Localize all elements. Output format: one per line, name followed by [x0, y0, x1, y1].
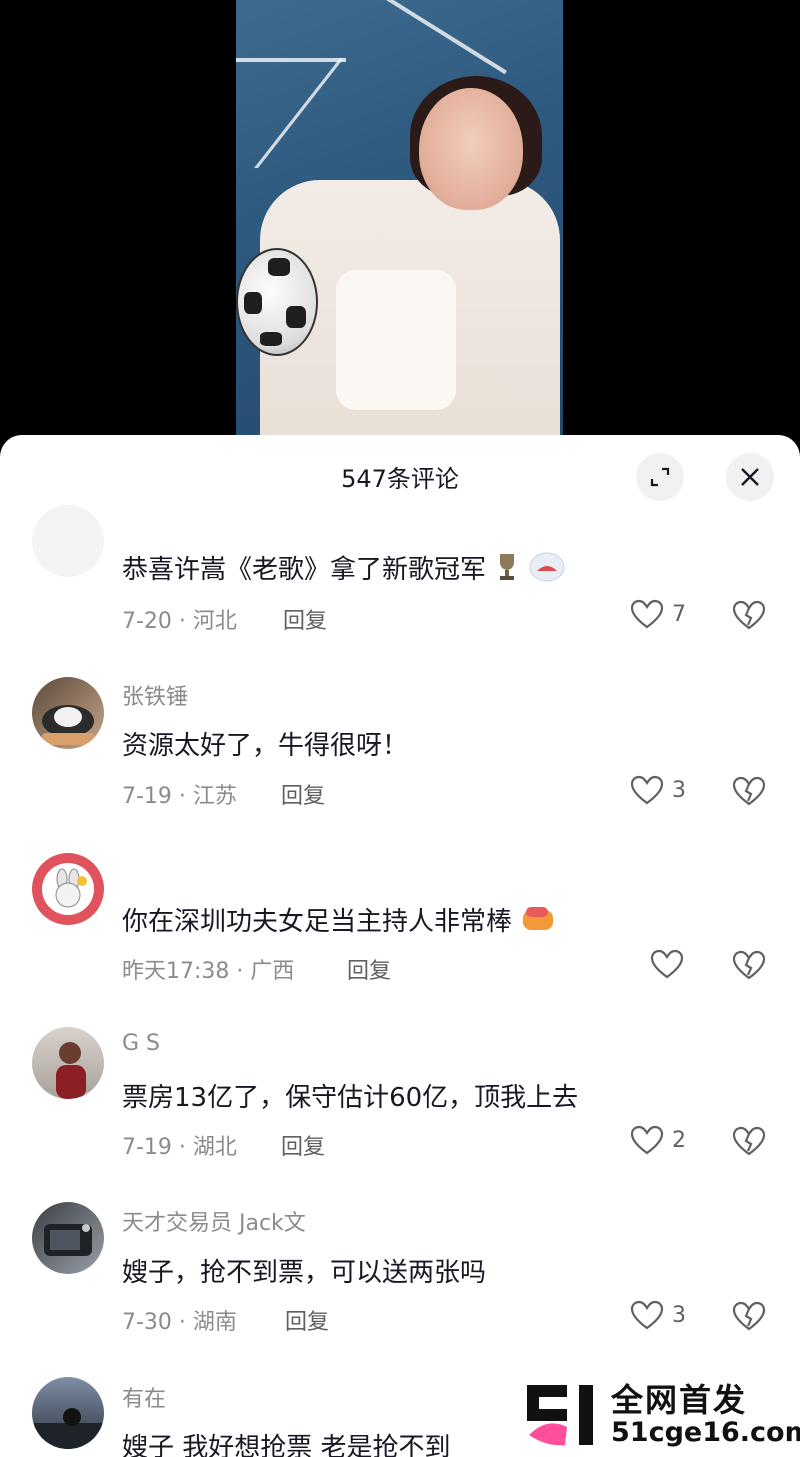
commenter-name[interactable]: 天才交易员 Jack文	[122, 1205, 306, 1237]
avatar[interactable]	[32, 677, 104, 749]
comment-text-content: 你在深圳功夫女足当主持人非常棒	[122, 907, 513, 937]
video-frame	[236, 0, 563, 440]
reply-button[interactable]: 回复	[285, 1304, 329, 1336]
reply-button[interactable]: 回复	[281, 1129, 325, 1161]
comment-text: 嫂子，抢不到票，可以送两张吗	[122, 1258, 487, 1288]
fist-icon	[520, 904, 556, 941]
comments-sheet: 547条评论 恭喜许嵩《老歌》拿了新歌冠军 7-20 · 河北 回复 7 张铁锤…	[0, 435, 800, 1457]
reply-button[interactable]: 回复	[283, 603, 327, 635]
person-top	[336, 270, 456, 410]
broken-heart-icon[interactable]	[732, 949, 766, 981]
like-count: 3	[672, 777, 686, 803]
video-player[interactable]	[0, 0, 800, 440]
person-face	[419, 88, 523, 210]
commenter-name[interactable]: 张铁锤	[122, 679, 188, 711]
broken-heart-icon[interactable]	[732, 599, 766, 631]
reply-button[interactable]: 回复	[347, 953, 391, 985]
like-button[interactable]: 2	[630, 1125, 686, 1155]
court-line	[254, 58, 344, 168]
like-count: 3	[672, 1302, 686, 1328]
watermark-title: 全网首发	[611, 1381, 748, 1419]
avatar[interactable]	[32, 1202, 104, 1274]
commenter-name[interactable]: 有在	[122, 1381, 166, 1413]
comment-text-content: 恭喜许嵩《老歌》拿了新歌冠军	[122, 555, 487, 585]
like-count: 7	[672, 601, 686, 627]
court-line	[386, 0, 507, 75]
comment-item: 恭喜许嵩《老歌》拿了新歌冠军 7-20 · 河北 回复 7	[0, 435, 800, 655]
like-button[interactable]	[650, 949, 684, 979]
heart-icon	[650, 949, 684, 979]
comment-meta: 7-30 · 湖南	[122, 1310, 237, 1335]
soccer-ball	[236, 248, 318, 356]
heart-icon	[630, 599, 664, 629]
avatar[interactable]	[32, 505, 104, 577]
watermark: 全网首发 51cge16.com	[525, 1375, 800, 1455]
watermark-logo-icon	[527, 1385, 593, 1446]
comment-text: 票房13亿了，保守估计60亿，顶我上去	[122, 1083, 579, 1113]
comment-text: 嫂子 我好想抢票 老是抢不到	[122, 1433, 451, 1457]
like-button[interactable]: 3	[630, 775, 686, 805]
avatar[interactable]	[32, 1377, 104, 1449]
comment-meta: 7-19 · 江苏	[122, 784, 237, 809]
heart-icon	[630, 1300, 664, 1330]
emoji-face-icon	[529, 551, 565, 590]
comment-meta: 昨天17:38 · 广西	[122, 959, 295, 984]
court-line	[236, 58, 346, 62]
comment-text: 恭喜许嵩《老歌》拿了新歌冠军	[122, 549, 565, 590]
comment-meta: 7-19 · 湖北	[122, 1135, 237, 1160]
broken-heart-icon[interactable]	[732, 1300, 766, 1332]
heart-icon	[630, 775, 664, 805]
avatar[interactable]	[32, 853, 104, 925]
trophy-icon	[494, 552, 520, 589]
like-button[interactable]: 3	[630, 1300, 686, 1330]
commenter-name[interactable]: G S	[122, 1031, 160, 1056]
like-button[interactable]: 7	[630, 599, 686, 629]
reply-button[interactable]: 回复	[281, 778, 325, 810]
comment-text: 你在深圳功夫女足当主持人非常棒	[122, 901, 556, 941]
like-count: 2	[672, 1127, 686, 1153]
comment-text: 资源太好了，牛得很呀！	[122, 731, 409, 761]
avatar[interactable]	[32, 1027, 104, 1099]
heart-icon	[630, 1125, 664, 1155]
broken-heart-icon[interactable]	[732, 1125, 766, 1157]
watermark-url: 51cge16.com	[611, 1417, 800, 1448]
broken-heart-icon[interactable]	[732, 775, 766, 807]
comment-meta: 7-20 · 河北	[122, 609, 237, 634]
